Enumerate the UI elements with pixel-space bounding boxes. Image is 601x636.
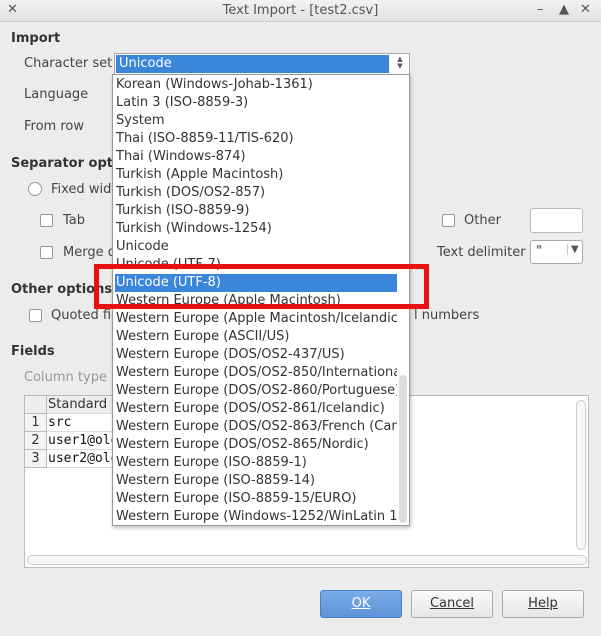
text-delimiter-label: Text delimiter: [437, 245, 526, 260]
list-item[interactable]: Western Europe (Windows-1252/WinLatin 1): [115, 508, 397, 525]
minimize-icon[interactable]: –: [537, 2, 544, 17]
character-set-combo[interactable]: Unicode ▲ ▼: [114, 53, 410, 75]
title-bar: ✕ Text Import - [test2.csv] – ▲ ✕: [0, 0, 601, 22]
horizontal-scrollbar[interactable]: [27, 555, 587, 565]
table-cell[interactable]: user2@olo: [47, 450, 117, 468]
other-input[interactable]: [530, 208, 583, 233]
list-item[interactable]: Korean (Windows-Johab-1361): [115, 76, 397, 94]
other-label: Other: [464, 213, 501, 228]
help-button[interactable]: Help: [502, 590, 584, 618]
numbers-label: l numbers: [414, 308, 480, 323]
fields-section-title: Fields: [11, 344, 55, 359]
list-item[interactable]: Western Europe (DOS/OS2-865/Nordic): [115, 436, 397, 454]
list-item[interactable]: Western Europe (DOS/OS2-437/US): [115, 346, 397, 364]
list-item[interactable]: Thai (Windows-874): [115, 148, 397, 166]
row-number: 2: [25, 432, 47, 450]
list-item[interactable]: Western Europe (DOS/OS2-863/French (Can.…: [115, 418, 397, 436]
table-cell[interactable]: src: [47, 414, 117, 432]
tab-checkbox[interactable]: [40, 214, 53, 227]
merge-checkbox[interactable]: [40, 246, 53, 259]
list-item[interactable]: Western Europe (Apple Macintosh): [115, 292, 397, 310]
ok-button[interactable]: OK: [320, 590, 402, 618]
character-set-value: Unicode: [116, 55, 389, 73]
list-item[interactable]: Western Europe (ISO-8859-1): [115, 454, 397, 472]
list-item[interactable]: Turkish (ISO-8859-9): [115, 202, 397, 220]
fixed-width-radio[interactable]: [28, 182, 42, 196]
maximize-icon[interactable]: ▲: [559, 2, 569, 17]
language-label: Language: [24, 87, 89, 102]
list-item[interactable]: Turkish (Windows-1254): [115, 220, 397, 238]
list-item[interactable]: System: [115, 112, 397, 130]
other-options-section-title: Other options: [11, 282, 113, 297]
other-checkbox[interactable]: [442, 214, 455, 227]
list-item[interactable]: Western Europe (DOS/OS2-861/Icelandic): [115, 400, 397, 418]
list-item[interactable]: Turkish (DOS/OS2-857): [115, 184, 397, 202]
dropdown-scrollbar[interactable]: [399, 375, 407, 523]
table-cell[interactable]: user1@olo: [47, 432, 117, 450]
grid-corner: [25, 396, 47, 414]
tab-label: Tab: [63, 213, 86, 228]
list-item[interactable]: Western Europe (DOS/OS2-860/Portuguese): [115, 382, 397, 400]
character-set-label: Character set: [24, 56, 113, 71]
close-icon[interactable]: ✕: [580, 2, 591, 17]
cancel-button[interactable]: Cancel: [411, 590, 493, 618]
row-number: 1: [25, 414, 47, 432]
spinner-icon[interactable]: ▲ ▼: [393, 56, 407, 72]
from-row-label: From row: [24, 119, 84, 134]
list-item[interactable]: Unicode: [115, 238, 397, 256]
text-delimiter-combo[interactable]: " ▼: [530, 240, 583, 264]
list-item[interactable]: Turkish (Apple Macintosh): [115, 166, 397, 184]
list-item[interactable]: Thai (ISO-8859-11/TIS-620): [115, 130, 397, 148]
character-set-dropdown[interactable]: Korean (Windows-Johab-1361) Latin 3 (ISO…: [112, 74, 410, 526]
list-item-selected[interactable]: Unicode (UTF-8): [115, 274, 397, 292]
list-item[interactable]: Western Europe (DOS/OS2-850/Internationa…: [115, 364, 397, 382]
quoted-field-checkbox[interactable]: [29, 309, 42, 322]
import-section-title: Import: [11, 31, 61, 46]
quoted-field-label: Quoted fie: [51, 308, 120, 323]
window-title: Text Import - [test2.csv]: [222, 3, 379, 18]
column-type-label: Column type: [24, 370, 107, 385]
text-delimiter-value: ": [536, 244, 542, 259]
list-item[interactable]: Unicode (UTF-7): [115, 256, 397, 274]
list-item[interactable]: Western Europe (ISO-8859-14): [115, 472, 397, 490]
list-item[interactable]: Western Europe (Apple Macintosh/Icelandi…: [115, 310, 397, 328]
list-item[interactable]: Western Europe (ISO-8859-15/EURO): [115, 490, 397, 508]
vertical-scrollbar[interactable]: [576, 400, 586, 550]
list-item[interactable]: Latin 3 (ISO-8859-3): [115, 94, 397, 112]
column-header[interactable]: Standard: [47, 396, 117, 414]
list-item[interactable]: Western Europe (ASCII/US): [115, 328, 397, 346]
row-number: 3: [25, 450, 47, 468]
chevron-down-icon[interactable]: ▼: [567, 244, 579, 255]
